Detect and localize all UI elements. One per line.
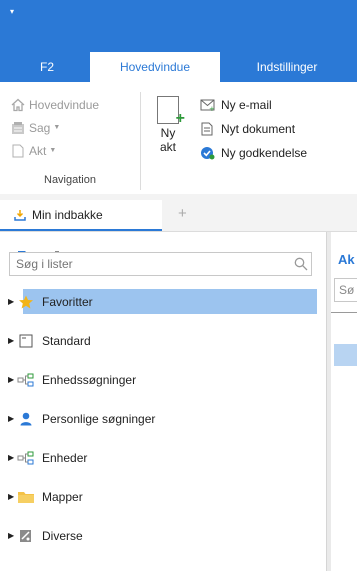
units-icon	[17, 373, 35, 387]
ny-email-button[interactable]: + Ny e-mail	[200, 96, 272, 114]
tree-item-label: Personlige søgninger	[42, 411, 156, 426]
tab-indstillinger[interactable]: Indstillinger	[232, 52, 342, 82]
standard-icon	[17, 334, 35, 348]
tree-item-mapper[interactable]: ▶ Mapper	[0, 484, 322, 509]
left-pane	[0, 232, 322, 571]
tab-min-indbakke-label: Min indbakke	[32, 207, 103, 222]
nav-hovedvindue-button[interactable]: Hovedvindue	[11, 96, 99, 114]
tree-item-label: Enheder	[42, 450, 88, 465]
list-search-input[interactable]	[10, 256, 288, 272]
expand-arrow-icon[interactable]: ▶	[8, 531, 14, 540]
ny-godkendelse-label: Ny godkendelse	[221, 146, 308, 160]
case-icon	[11, 121, 25, 135]
nyt-dokument-button[interactable]: Nyt dokument	[200, 120, 295, 138]
tree-item-label: Enhedssøgninger	[42, 372, 137, 387]
ny-akt-button[interactable]: + Ny akt	[150, 96, 186, 154]
new-document-large-icon: +	[157, 96, 185, 127]
tree-item-standard[interactable]: ▶ Standard	[0, 328, 322, 353]
right-pane-header: Ak	[338, 252, 355, 267]
tree-item-favoritter[interactable]: ▶ Favoritter	[0, 289, 322, 314]
nyt-dokument-label: Nyt dokument	[221, 122, 296, 136]
tree-item-enheder[interactable]: ▶ Enheder	[0, 445, 322, 470]
right-pane-selected-row[interactable]	[334, 344, 357, 366]
star-icon	[17, 295, 35, 309]
tree-item-label: Diverse	[42, 528, 83, 543]
tab-hovedvindue[interactable]: Hovedvindue	[90, 52, 220, 82]
title-bar	[0, 0, 357, 52]
tree-item-label: Standard	[42, 333, 91, 348]
navigation-group-label: Navigation	[44, 174, 96, 186]
tree-item-label: Mapper	[42, 489, 83, 504]
nav-akt-button[interactable]: Akt ▼	[11, 142, 56, 160]
tree-item-personlige-sogninger[interactable]: ▶ Personlige søgninger	[0, 406, 322, 431]
person-icon	[17, 412, 35, 426]
quick-access-dropdown-icon[interactable]: ▾	[10, 7, 14, 16]
misc-icon	[17, 529, 35, 543]
approval-icon	[200, 146, 216, 160]
home-icon	[11, 98, 25, 112]
nav-sag-button[interactable]: Sag ▼	[11, 119, 60, 137]
inbox-icon	[14, 209, 26, 221]
nav-sag-label: Sag	[29, 121, 51, 135]
tree-item-enhedssogninger[interactable]: ▶ Enhedssøgninger	[0, 367, 322, 392]
new-document-icon	[200, 122, 216, 136]
tree-item-label: Favoritter	[42, 294, 93, 309]
ribbon-group-separator	[140, 92, 141, 190]
tab-min-indbakke[interactable]: Min indbakke	[0, 200, 162, 231]
ny-email-label: Ny e-mail	[221, 98, 272, 112]
right-pane-divider	[331, 312, 357, 313]
expand-arrow-icon[interactable]: ▶	[8, 492, 14, 501]
list-search-field[interactable]	[9, 252, 312, 276]
add-tab-icon[interactable]: +	[178, 205, 187, 222]
right-pane-search-input[interactable]: Sø	[334, 278, 357, 302]
tab-f2[interactable]: F2	[22, 52, 72, 82]
ny-akt-label-line1: Ny	[160, 126, 176, 140]
expand-arrow-icon[interactable]: ▶	[8, 453, 14, 462]
expand-arrow-icon[interactable]: ▶	[8, 336, 14, 345]
tree-item-diverse[interactable]: ▶ Diverse	[0, 523, 322, 548]
document-icon	[11, 144, 25, 158]
expand-arrow-icon[interactable]: ▶	[8, 375, 14, 384]
nav-hovedvindue-label: Hovedvindue	[29, 98, 100, 112]
ny-godkendelse-button[interactable]: Ny godkendelse	[200, 144, 307, 162]
new-email-icon: +	[200, 98, 216, 113]
ny-akt-label-line2: akt	[159, 140, 176, 154]
search-icon[interactable]	[294, 257, 308, 271]
chevron-down-icon: ▼	[53, 124, 61, 131]
svg-text:+: +	[209, 105, 215, 112]
expand-arrow-icon[interactable]: ▶	[8, 297, 14, 306]
nav-akt-label: Akt	[29, 144, 47, 158]
folder-icon	[17, 490, 35, 504]
units-icon	[17, 451, 35, 465]
expand-arrow-icon[interactable]: ▶	[8, 414, 14, 423]
chevron-down-icon: ▼	[49, 147, 57, 154]
